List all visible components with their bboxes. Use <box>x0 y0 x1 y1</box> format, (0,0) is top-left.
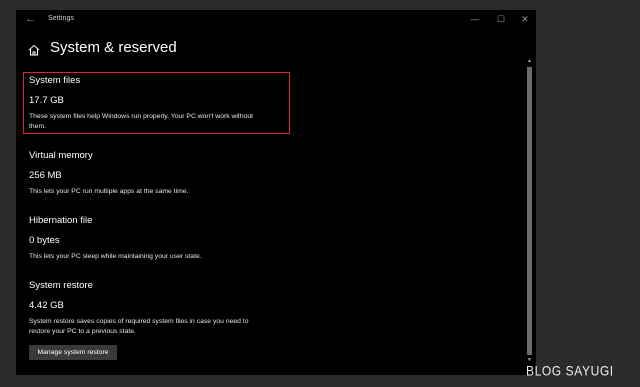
window-title: Settings <box>48 15 75 22</box>
title-bar: ← Settings — ☐ ✕ <box>16 10 536 30</box>
section-description: System restore saves copies of required … <box>29 318 249 335</box>
section-description: This lets your PC run multiple apps at t… <box>29 188 189 195</box>
settings-window: ← Settings — ☐ ✕ System & reserved Syste… <box>16 10 536 375</box>
section-value: 0 bytes <box>29 235 60 246</box>
section-system-restore: System restore 4.42 GB System restore sa… <box>29 280 259 337</box>
scroll-down-icon[interactable]: ▼ <box>526 357 533 363</box>
back-arrow-icon[interactable]: ← <box>25 12 36 26</box>
section-virtual-memory: Virtual memory 256 MB This lets your PC … <box>29 150 259 197</box>
section-description: These system files help Windows run prop… <box>29 113 254 130</box>
watermark: BLOG SAYUGI <box>526 363 614 379</box>
section-hibernation-file: Hibernation file 0 bytes This lets your … <box>29 215 259 262</box>
close-icon[interactable]: ✕ <box>518 13 532 25</box>
section-value: 4.42 GB <box>29 300 64 311</box>
maximize-icon[interactable]: ☐ <box>494 13 508 25</box>
scrollbar[interactable]: ▲ ▼ <box>526 58 533 364</box>
scroll-thumb[interactable] <box>527 67 532 355</box>
home-icon[interactable] <box>28 44 40 56</box>
section-value: 256 MB <box>29 170 62 181</box>
manage-system-restore-button[interactable]: Manage system restore <box>29 345 117 360</box>
section-title: System restore <box>29 280 93 291</box>
page-title: System & reserved <box>50 39 177 56</box>
section-title: System files <box>29 75 81 86</box>
section-description: This lets your PC sleep while maintainin… <box>29 253 202 260</box>
section-title: Hibernation file <box>29 215 93 226</box>
section-value: 17.7 GB <box>29 95 64 106</box>
scroll-up-icon[interactable]: ▲ <box>526 58 533 64</box>
section-title: Virtual memory <box>29 150 93 161</box>
minimize-icon[interactable]: — <box>468 13 482 25</box>
section-system-files: System files 17.7 GB These system files … <box>29 75 259 132</box>
